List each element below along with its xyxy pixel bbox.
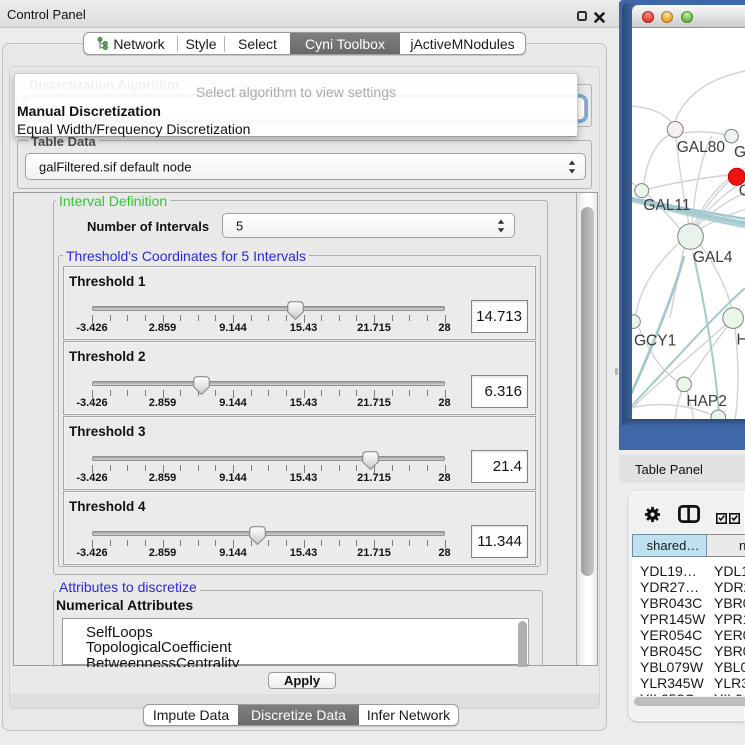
- svg-text:GA: GA: [734, 144, 745, 161]
- svg-text:C: C: [739, 182, 745, 199]
- svg-text:GCY1: GCY1: [634, 333, 676, 350]
- svg-text:GAL80: GAL80: [677, 139, 726, 156]
- svg-text:H: H: [737, 331, 745, 348]
- svg-text:GAL11: GAL11: [643, 197, 690, 214]
- svg-text:GAL4: GAL4: [693, 249, 733, 266]
- svg-text:HAP2: HAP2: [686, 393, 727, 410]
